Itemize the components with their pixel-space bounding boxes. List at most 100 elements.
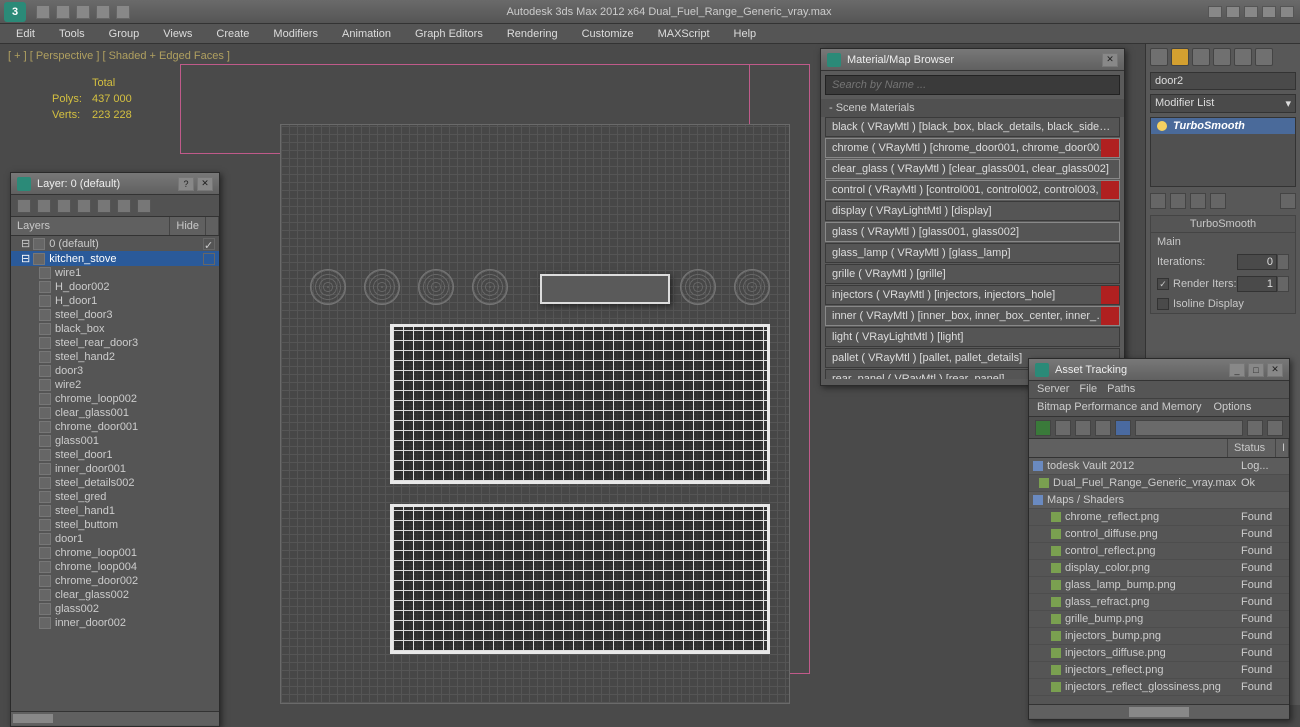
- material-row[interactable]: light ( VRayLightMtl ) [light]: [825, 327, 1120, 347]
- layer-hide-checkbox[interactable]: ✓: [203, 238, 215, 250]
- h-scrollbar[interactable]: [11, 711, 219, 725]
- iterations-value[interactable]: [1237, 254, 1277, 270]
- iterations-spinner[interactable]: [1237, 254, 1289, 270]
- modifier-stack-item[interactable]: TurboSmooth: [1151, 118, 1295, 134]
- configure-icon[interactable]: [1280, 193, 1296, 209]
- layer-row[interactable]: black_box: [11, 322, 219, 336]
- asset-row[interactable]: injectors_reflect_glossiness.pngFound: [1029, 679, 1289, 696]
- close-icon[interactable]: ✕: [197, 177, 213, 191]
- layer-row[interactable]: glass002: [11, 602, 219, 616]
- layer-tree[interactable]: ⊟0 (default)✓⊟kitchen_stovewire1H_door00…: [11, 236, 219, 711]
- tab-motion-icon[interactable]: [1213, 48, 1231, 66]
- maximize-icon[interactable]: [1262, 6, 1276, 18]
- highlight-icon[interactable]: [97, 199, 111, 213]
- qat-redo-icon[interactable]: [116, 5, 130, 19]
- layer-row[interactable]: steel_hand2: [11, 350, 219, 364]
- asset-row[interactable]: control_diffuse.pngFound: [1029, 526, 1289, 543]
- spinner-arrows-icon[interactable]: [1277, 254, 1289, 270]
- material-row[interactable]: control ( VRayMtl ) [control001, control…: [825, 180, 1120, 200]
- asset-panel-titlebar[interactable]: Asset Tracking _ □ ✕: [1029, 359, 1289, 381]
- layer-row[interactable]: chrome_loop004: [11, 560, 219, 574]
- layer-row[interactable]: inner_door001: [11, 462, 219, 476]
- show-end-icon[interactable]: [1170, 193, 1186, 209]
- asset-row[interactable]: display_color.pngFound: [1029, 560, 1289, 577]
- layer-panel-titlebar[interactable]: Layer: 0 (default) ? ✕: [11, 173, 219, 195]
- select-layer-icon[interactable]: [77, 199, 91, 213]
- material-list[interactable]: black ( VRayMtl ) [black_box, black_deta…: [825, 117, 1120, 379]
- layer-row[interactable]: steel_hand1: [11, 504, 219, 518]
- pin-icon[interactable]: [1150, 193, 1166, 209]
- menu-graph-editors[interactable]: Graph Editors: [405, 26, 493, 42]
- layer-row[interactable]: clear_glass001: [11, 406, 219, 420]
- col-name[interactable]: [1029, 439, 1228, 457]
- settings-icon[interactable]: [1267, 420, 1283, 436]
- material-row[interactable]: clear_glass ( VRayMtl ) [clear_glass001,…: [825, 159, 1120, 179]
- bulb-icon[interactable]: [1157, 121, 1167, 131]
- menu-maxscript[interactable]: MAXScript: [648, 26, 720, 42]
- asset-menu-server[interactable]: Server: [1037, 383, 1069, 396]
- material-row[interactable]: grille ( VRayMtl ) [grille]: [825, 264, 1120, 284]
- layer-row[interactable]: steel_buttom: [11, 518, 219, 532]
- asset-row[interactable]: chrome_reflect.pngFound: [1029, 509, 1289, 526]
- asset-row[interactable]: todesk Vault 2012Log...: [1029, 458, 1289, 475]
- h-scrollbar[interactable]: [1029, 704, 1289, 718]
- layer-row[interactable]: glass001: [11, 434, 219, 448]
- view-detail-icon[interactable]: [1095, 420, 1111, 436]
- search-icon[interactable]: [1226, 6, 1240, 18]
- col-extra[interactable]: [206, 217, 219, 235]
- layer-hide-checkbox[interactable]: [203, 253, 215, 265]
- asset-row[interactable]: Maps / Shaders: [1029, 492, 1289, 509]
- layer-row[interactable]: steel_rear_door3: [11, 336, 219, 350]
- asset-menu-paths[interactable]: Paths: [1107, 383, 1135, 396]
- col-i[interactable]: I: [1276, 439, 1289, 457]
- modifier-stack[interactable]: TurboSmooth: [1150, 117, 1296, 187]
- asset-row[interactable]: control_reflect.pngFound: [1029, 543, 1289, 560]
- qat-new-icon[interactable]: [36, 5, 50, 19]
- tab-modify-icon[interactable]: [1171, 48, 1189, 66]
- material-row[interactable]: inner ( VRayMtl ) [inner_box, inner_box_…: [825, 306, 1120, 326]
- minimize-icon[interactable]: [1244, 6, 1258, 18]
- menu-views[interactable]: Views: [153, 26, 202, 42]
- close-icon[interactable]: ✕: [1102, 53, 1118, 67]
- material-row[interactable]: black ( VRayMtl ) [black_box, black_deta…: [825, 117, 1120, 137]
- qat-save-icon[interactable]: [76, 5, 90, 19]
- asset-row[interactable]: grille_bump.pngFound: [1029, 611, 1289, 628]
- col-status[interactable]: Status: [1228, 439, 1276, 457]
- layer-row[interactable]: chrome_door002: [11, 574, 219, 588]
- col-hide[interactable]: Hide: [170, 217, 206, 235]
- help-icon[interactable]: ?: [178, 177, 194, 191]
- menu-tools[interactable]: Tools: [49, 26, 95, 42]
- material-row[interactable]: chrome ( VRayMtl ) [chrome_door001, chro…: [825, 138, 1120, 158]
- menu-customize[interactable]: Customize: [572, 26, 644, 42]
- material-row[interactable]: injectors ( VRayMtl ) [injectors, inject…: [825, 285, 1120, 305]
- layer-row[interactable]: chrome_door001: [11, 420, 219, 434]
- asset-row[interactable]: Dual_Fuel_Range_Generic_vray.maxOk: [1029, 475, 1289, 492]
- spinner-arrows-icon[interactable]: [1277, 276, 1289, 292]
- viewport-label[interactable]: [ + ] [ Perspective ] [ Shaded + Edged F…: [8, 50, 230, 62]
- rollout-header[interactable]: TurboSmooth: [1151, 216, 1295, 233]
- menu-modifiers[interactable]: Modifiers: [263, 26, 328, 42]
- layer-row[interactable]: H_door002: [11, 280, 219, 294]
- asset-menu-bitmap-performance-and-memory[interactable]: Bitmap Performance and Memory: [1037, 401, 1201, 414]
- close-icon[interactable]: [1280, 6, 1294, 18]
- object-name-field[interactable]: [1150, 72, 1296, 90]
- asset-row[interactable]: glass_lamp_bump.pngFound: [1029, 577, 1289, 594]
- view-table-icon[interactable]: [1115, 420, 1131, 436]
- col-layers[interactable]: Layers: [11, 217, 170, 235]
- close-icon[interactable]: ✕: [1267, 363, 1283, 377]
- model-wireframe[interactable]: [280, 124, 790, 704]
- asset-row[interactable]: injectors_bump.pngFound: [1029, 628, 1289, 645]
- material-row[interactable]: display ( VRayLightMtl ) [display]: [825, 201, 1120, 221]
- asset-list[interactable]: todesk Vault 2012Log...Dual_Fuel_Range_G…: [1029, 458, 1289, 704]
- asset-menu-options[interactable]: Options: [1213, 401, 1251, 414]
- menu-group[interactable]: Group: [99, 26, 150, 42]
- menu-animation[interactable]: Animation: [332, 26, 401, 42]
- render-iters-value[interactable]: [1237, 276, 1277, 292]
- render-iters-spinner[interactable]: [1237, 276, 1289, 292]
- layer-row[interactable]: wire1: [11, 266, 219, 280]
- help-icon[interactable]: [1247, 420, 1263, 436]
- layer-row[interactable]: H_door1: [11, 294, 219, 308]
- hide-icon[interactable]: [117, 199, 131, 213]
- delete-layer-icon[interactable]: [37, 199, 51, 213]
- layer-row[interactable]: ⊟0 (default)✓: [11, 236, 219, 251]
